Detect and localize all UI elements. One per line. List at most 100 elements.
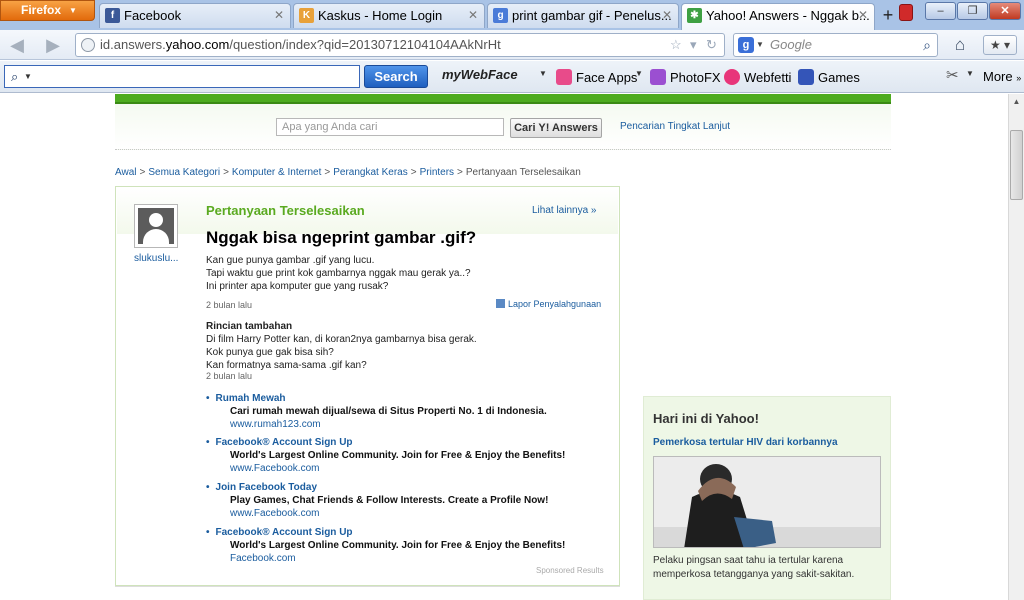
google-icon: g: [738, 37, 754, 53]
site-search-input[interactable]: Apa yang Anda cari: [276, 118, 504, 136]
close-icon[interactable]: ✕: [858, 4, 868, 27]
close-window-button[interactable]: ✕: [989, 2, 1021, 20]
sponsored-title-link[interactable]: • Facebook® Account Sign Up: [206, 437, 606, 448]
toolbar-item-webfetti[interactable]: Webfetti: [724, 69, 791, 85]
reload-icon[interactable]: ↻: [706, 34, 717, 56]
sponsored-title-link[interactable]: • Facebook® Account Sign Up: [206, 527, 606, 538]
alert-icon[interactable]: [899, 4, 913, 21]
toolbar-item-face-apps[interactable]: Face Apps: [556, 69, 637, 85]
address-bar[interactable]: id.answers.yahoo.com/question/index?qid=…: [75, 33, 725, 57]
bookmark-star-icon[interactable]: ☆: [670, 34, 682, 56]
toolbar-item-games[interactable]: Games: [798, 69, 860, 85]
see-more-link[interactable]: Lihat lainnya »: [532, 205, 597, 216]
bullet-icon: •: [206, 527, 210, 538]
firefox-menu-button[interactable]: Firefox ▼: [0, 0, 95, 21]
question-title: Nggak bisa ngeprint gambar .gif?: [206, 228, 477, 247]
mywebface-logo[interactable]: myWebFace: [442, 67, 518, 82]
tab-google-search[interactable]: g print gambar gif - Penelus... ✕: [487, 3, 679, 28]
home-icon[interactable]: ⌂: [949, 34, 971, 56]
bullet-icon: •: [206, 482, 210, 493]
sponsored-url[interactable]: www.Facebook.com: [230, 463, 606, 474]
toolbar-item-label: Webfetti: [744, 70, 792, 85]
forward-arrow-icon[interactable]: ▶: [42, 34, 64, 56]
report-abuse-link[interactable]: Lapor Penyalahgunaan: [496, 299, 601, 309]
google-icon: g: [493, 8, 508, 23]
bookmarks-button[interactable]: ★ ▾: [983, 35, 1017, 55]
chevron-down-icon[interactable]: ▼: [539, 69, 547, 78]
toolbar-item-label: PhotoFX: [670, 70, 721, 85]
sponsored-item: • Facebook® Account Sign Up World's Large…: [206, 437, 606, 474]
advanced-search-link[interactable]: Pencarian Tingkat Lanjut: [620, 121, 730, 132]
kaskus-icon: K: [299, 8, 314, 23]
breadcrumb-separator: >: [223, 167, 229, 178]
sponsored-item: • Rumah Mewah Cari rumah mewah dijual/sew…: [206, 393, 606, 430]
site-search-button[interactable]: Cari Y! Answers: [510, 118, 602, 138]
games-icon: [798, 69, 814, 85]
addon-toolbar: ⌕ ▼ Search myWebFace ▼ Face Apps ▼ Photo…: [0, 61, 1024, 93]
sponsored-title-link[interactable]: • Rumah Mewah: [206, 393, 606, 404]
report-label: Lapor Penyalahgunaan: [508, 299, 602, 309]
breadcrumb-current: Pertanyaan Terselesaikan: [465, 167, 581, 178]
close-icon[interactable]: ✕: [662, 4, 672, 27]
facebook-icon: f: [105, 8, 120, 23]
tab-bar: Firefox ▼ f Facebook ✕ K Kaskus - Home Lo…: [0, 0, 1024, 30]
sponsored-url[interactable]: Facebook.com: [230, 553, 606, 564]
breadcrumb-separator: >: [324, 167, 331, 178]
additional-details-body: Di film Harry Potter kan, di koran2nya g…: [206, 333, 477, 372]
tab-facebook[interactable]: f Facebook ✕: [99, 3, 291, 28]
username-link[interactable]: slukuslu...: [134, 253, 178, 264]
maximize-button[interactable]: ❐: [957, 2, 988, 20]
scroll-thumb[interactable]: [1010, 130, 1023, 200]
chevron-down-icon[interactable]: ▼: [966, 69, 974, 78]
flag-icon: [496, 299, 505, 308]
breadcrumb-separator: >: [139, 167, 146, 178]
tab-label: Kaskus - Home Login: [318, 8, 443, 23]
sponsored-title: Facebook® Account Sign Up: [215, 437, 353, 448]
today-on-yahoo-box: Hari ini di Yahoo! Pemerkosa tertular HI…: [643, 396, 891, 600]
sponsored-url[interactable]: www.Facebook.com: [230, 508, 606, 519]
breadcrumb-hardware[interactable]: Perangkat Keras: [333, 167, 408, 178]
question-body-line: Kan gue punya gambar .gif yang lucu.: [206, 255, 375, 266]
site-search-area: Apa yang Anda cari Cari Y! Answers Penca…: [115, 104, 891, 150]
breadcrumb-computers-internet[interactable]: Komputer & Internet: [232, 167, 322, 178]
tab-kaskus[interactable]: K Kaskus - Home Login ✕: [293, 3, 485, 28]
browser-search-input[interactable]: g ▼ Google ⌕: [733, 33, 938, 57]
toolbar-search-input[interactable]: ⌕ ▼: [4, 65, 360, 88]
vertical-scrollbar[interactable]: ▲: [1008, 94, 1024, 600]
sponsored-description: World's Largest Online Community. Join f…: [230, 540, 566, 551]
chevron-down-icon[interactable]: ▼: [635, 69, 643, 78]
news-photo[interactable]: [653, 456, 881, 548]
sponsored-title-link[interactable]: • Join Facebook Today: [206, 482, 606, 493]
url-prefix: id.answers.: [100, 37, 166, 52]
minimize-button[interactable]: –: [925, 2, 956, 20]
search-icon: ⌕: [11, 69, 19, 84]
page-content: Apa yang Anda cari Cari Y! Answers Penca…: [0, 94, 1008, 600]
search-icon[interactable]: ⌕: [923, 34, 931, 56]
sidebar-caption: Pelaku pingsan saat tahu ia tertular kar…: [653, 555, 855, 580]
avatar[interactable]: [134, 204, 178, 248]
face-apps-icon: [556, 69, 572, 85]
sidebar-headline-link[interactable]: Pemerkosa tertular HIV dari korbannya: [653, 437, 838, 448]
back-arrow-icon[interactable]: ◀: [6, 34, 28, 56]
tab-yahoo-answers[interactable]: ✱ Yahoo! Answers - Nggak b... ✕: [681, 3, 875, 30]
sponsored-description: Play Games, Chat Friends & Follow Intere…: [230, 495, 549, 506]
breadcrumb-home[interactable]: Awal: [115, 167, 137, 178]
breadcrumb-printers[interactable]: Printers: [420, 167, 454, 178]
dropdown-icon[interactable]: ▾: [690, 34, 697, 56]
heart-icon: [724, 69, 740, 85]
new-tab-button[interactable]: +: [877, 5, 899, 27]
breadcrumb-all-categories[interactable]: Semua Kategori: [148, 167, 220, 178]
tools-icon[interactable]: ✂: [946, 66, 959, 84]
more-button[interactable]: More »: [983, 69, 1021, 84]
chevron-down-icon[interactable]: ▼: [24, 66, 32, 87]
scroll-up-icon[interactable]: ▲: [1009, 94, 1024, 110]
close-icon[interactable]: ✕: [274, 4, 284, 27]
toolbar-search-button[interactable]: Search: [364, 65, 428, 88]
photofx-icon: [650, 69, 666, 85]
chevron-down-icon: ▼: [69, 6, 77, 15]
close-icon[interactable]: ✕: [468, 4, 478, 27]
sponsored-url[interactable]: www.rumah123.com: [230, 419, 606, 430]
chevron-down-icon[interactable]: ▼: [756, 34, 764, 56]
toolbar-item-photofx[interactable]: PhotoFX: [650, 69, 721, 85]
breadcrumb-separator: >: [457, 167, 463, 178]
